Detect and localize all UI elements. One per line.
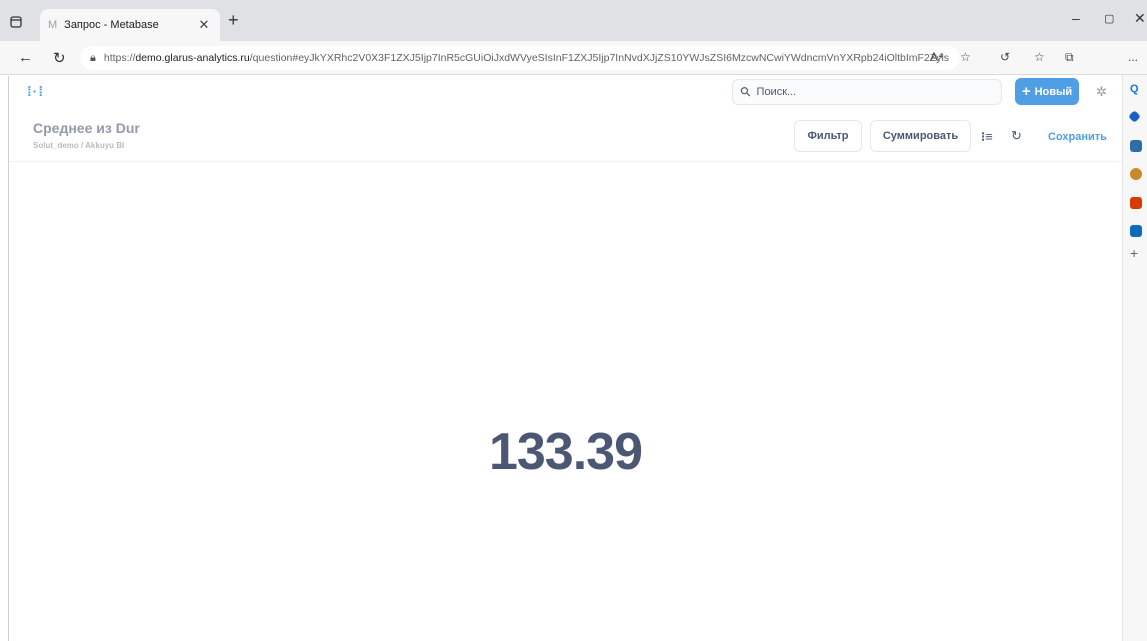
url-host: demo.glarus-analytics.ru [135,52,250,64]
reload-icon[interactable]: ↻ [53,49,66,67]
new-button[interactable]: + Новый [1015,78,1079,105]
url-text: https://demo.glarus-analytics.ru/questio… [104,52,950,64]
collections-icon[interactable]: ⧉ [1065,50,1074,65]
metabase-favicon-icon: M [48,19,58,31]
url-field[interactable]: 🔒︎ https://demo.glarus-analytics.ru/ques… [80,46,960,70]
sidebar-add-icon[interactable]: + [1130,245,1142,261]
edge-sidebar: Q + [1122,75,1147,641]
sidebar-office-icon[interactable] [1130,197,1142,209]
lock-icon: 🔒︎ [90,51,96,64]
favorite-star-icon[interactable]: ☆ [960,50,971,64]
favorites-list-icon[interactable]: ☆ [1034,50,1045,64]
breadcrumb[interactable]: Solut_demo / Akkuyu BI [33,141,124,150]
search-icon: ⚲ [736,82,755,101]
browser-tab[interactable]: M Запрос - Metabase ✕ [40,9,220,41]
sidebar-people-icon[interactable] [1130,168,1142,180]
close-window-icon[interactable]: ✕ [1134,10,1146,27]
sidebar-search-icon[interactable]: Q [1130,83,1142,95]
url-path: /question#eyJkYXRhc2V0X3F1ZXJ5Ijp7InR5cG… [249,52,950,64]
close-tab-icon[interactable]: ✕ [196,17,212,33]
browser-tab-strip: M Запрос - Metabase ✕ + – ▢ ✕ [0,0,1147,41]
search-bar[interactable]: ⚲ [732,79,1002,105]
summarize-button[interactable]: Суммировать [870,120,971,152]
notebook-icon[interactable]: ⁝≡ [981,129,993,145]
sidebar-briefcase-icon[interactable] [1130,140,1142,152]
minimize-icon[interactable]: – [1072,10,1080,26]
search-input[interactable] [756,86,977,98]
page-title[interactable]: Среднее из Dur [33,120,140,136]
gear-icon[interactable]: ✲ [1096,84,1107,100]
tab-actions-icon[interactable] [6,12,26,32]
sidebar-tag-icon[interactable] [1128,110,1141,123]
scalar-value: 133.39 [488,423,643,481]
metabase-app: ⁞·⁞ ⚲ + Новый ✲ Среднее из Dur Solut_dem… [8,76,1122,641]
new-button-label: Новый [1034,85,1073,98]
refresh-extension-icon[interactable]: ↺ [1000,50,1010,64]
plus-icon: + [1021,83,1031,100]
save-button[interactable]: Сохранить [1048,131,1107,143]
metabase-logo-icon[interactable]: ⁞·⁞ [27,83,44,99]
question-header: Среднее из Dur Solut_demo / Akkuyu BI Фи… [9,110,1122,162]
back-arrow-icon[interactable]: ← [18,49,33,66]
url-prefix: https:// [103,52,136,64]
read-aloud-icon[interactable]: A⁴ [930,50,943,64]
tab-title: Запрос - Metabase [64,19,159,31]
refresh-icon[interactable]: ↻ [1011,128,1022,144]
top-navbar: ⁞·⁞ ⚲ + Новый ✲ [9,76,1122,110]
new-tab-button[interactable]: + [228,10,239,30]
more-options-icon[interactable]: ... [1128,50,1138,64]
maximize-icon[interactable]: ▢ [1104,12,1114,25]
address-bar-row: ← ↻ 🔒︎ https://demo.glarus-analytics.ru/… [0,41,1147,75]
sidebar-outlook-icon[interactable] [1130,225,1142,237]
filter-button[interactable]: Фильтр [794,120,862,152]
